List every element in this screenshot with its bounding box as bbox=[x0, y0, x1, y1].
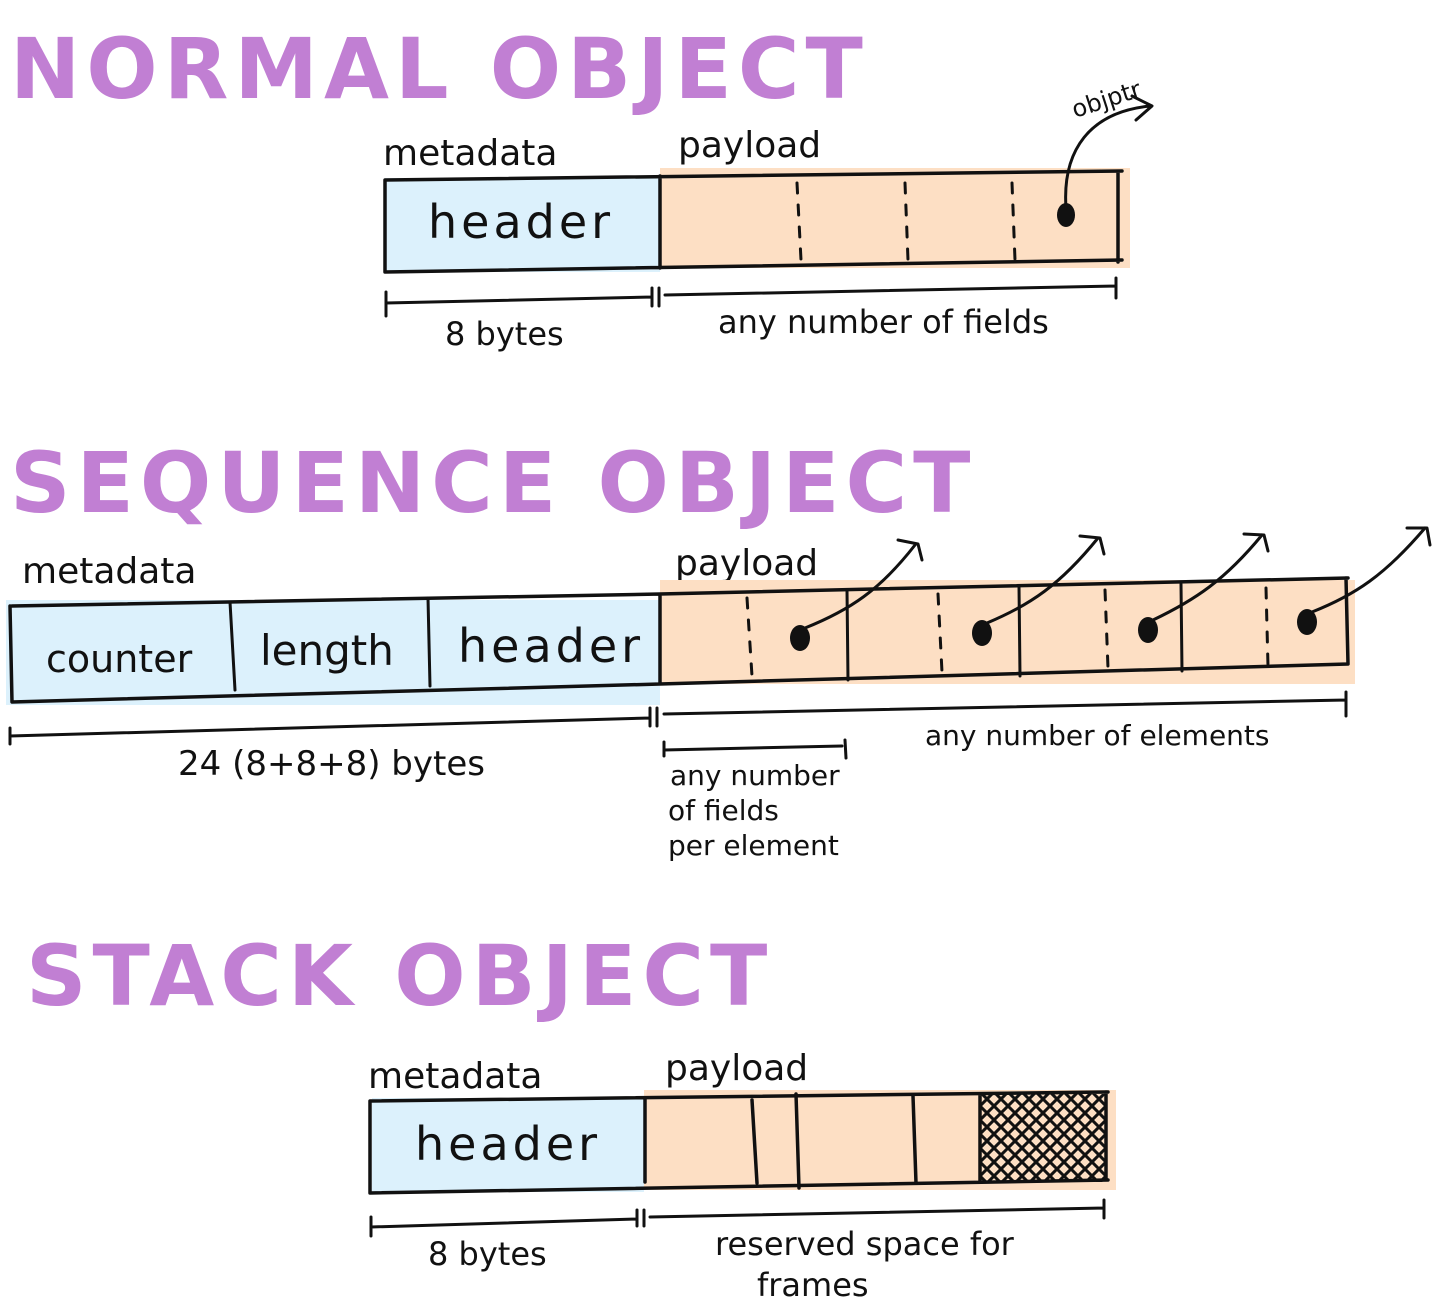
sequence-field-counter: counter bbox=[46, 637, 193, 681]
sequence-metadata-size: 24 (8+8+8) bytes bbox=[178, 744, 485, 784]
normal-payload-size: any number of fields bbox=[718, 303, 1049, 341]
stack-payload-size-line-1: reserved space for bbox=[715, 1225, 1015, 1263]
stack-metadata-label: metadata bbox=[368, 1056, 542, 1097]
stack-metadata-size: 8 bytes bbox=[428, 1235, 547, 1273]
reserved-frame-space bbox=[980, 1094, 1106, 1182]
pointer-dot-icon bbox=[1297, 609, 1317, 635]
element-divider bbox=[845, 588, 850, 682]
element-size-bracket bbox=[662, 738, 848, 760]
sequence-object-section: SEQUENCE OBJECT metadata payload counter… bbox=[6, 434, 1432, 862]
element-divider bbox=[1017, 584, 1022, 678]
sequence-payload-size: any number of elements bbox=[925, 719, 1270, 752]
stack-header-label: header bbox=[415, 1117, 601, 1171]
stack-object-title: STACK OBJECT bbox=[26, 927, 773, 1025]
normal-object-title: NORMAL OBJECT bbox=[10, 20, 869, 118]
pointer-dot-icon bbox=[790, 625, 810, 651]
sequence-metadata-label: metadata bbox=[22, 551, 196, 592]
normal-metadata-label: metadata bbox=[383, 133, 557, 174]
element-size-line-2: of fields bbox=[668, 794, 779, 827]
element-size-line-1: any number bbox=[670, 759, 840, 792]
normal-object-section: NORMAL OBJECT metadata payload header ob… bbox=[10, 20, 1154, 353]
pointer-dot-icon bbox=[972, 620, 992, 646]
sequence-field-length: length bbox=[260, 626, 394, 675]
stack-payload-size-line-2: frames bbox=[757, 1266, 869, 1304]
field-divider bbox=[426, 596, 432, 688]
element-size-line-3: per element bbox=[668, 829, 839, 862]
pointer-dot-icon bbox=[1138, 617, 1158, 643]
stack-object-section: STACK OBJECT metadata payload header 8 b… bbox=[26, 927, 1116, 1304]
normal-header-label: header bbox=[428, 195, 614, 249]
normal-payload-label: payload bbox=[678, 125, 821, 166]
element-divider bbox=[1179, 582, 1184, 673]
object-layout-diagram: NORMAL OBJECT metadata payload header ob… bbox=[6, 20, 1432, 1304]
normal-metadata-size: 8 bytes bbox=[445, 315, 564, 353]
objptr-label: objptr bbox=[1068, 75, 1144, 124]
sequence-field-header: header bbox=[458, 619, 644, 673]
sequence-object-title: SEQUENCE OBJECT bbox=[10, 434, 976, 532]
stack-payload-label: payload bbox=[665, 1048, 808, 1089]
sequence-payload-label: payload bbox=[675, 543, 818, 584]
